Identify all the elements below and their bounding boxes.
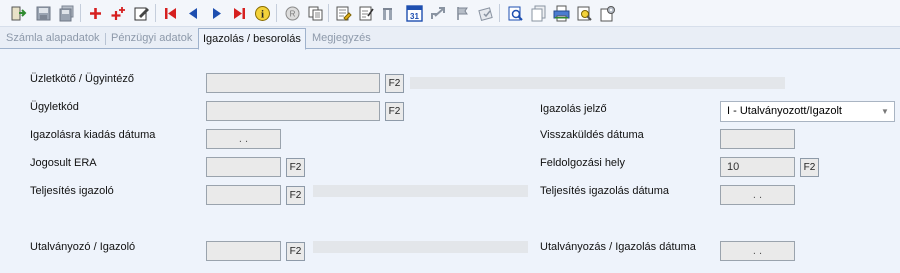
- teljesites-igazolas-date-field[interactable]: . .: [720, 185, 795, 205]
- chevron-down-icon[interactable]: ▼: [876, 102, 894, 121]
- add-icon[interactable]: [85, 3, 105, 23]
- save-icon[interactable]: [33, 3, 53, 23]
- first-record-icon[interactable]: [160, 3, 180, 23]
- settings-icon[interactable]: [597, 3, 617, 23]
- utalvanyozo-f2-button[interactable]: F2: [286, 242, 305, 261]
- teljesites-igazolo-f2-button[interactable]: F2: [286, 186, 305, 205]
- jogosult-era-label: Jogosult ERA: [30, 157, 97, 169]
- calendar-icon[interactable]: 31: [404, 3, 424, 23]
- igazolasra-kiadas-date-field[interactable]: . .: [206, 129, 281, 149]
- last-record-icon[interactable]: [229, 3, 249, 23]
- igazolasra-kiadas-label: Igazolásra kiadás dátuma: [30, 129, 156, 141]
- uzletkoto-description: [410, 77, 785, 89]
- visszakuldes-label: Visszaküldés dátuma: [540, 129, 644, 141]
- exit-icon[interactable]: [8, 3, 28, 23]
- post-icon[interactable]: [378, 3, 398, 23]
- teljesites-igazolo-description: [313, 185, 528, 197]
- tab-igazolas-besorolas[interactable]: Igazolás / besorolás: [198, 28, 306, 50]
- utalvanyozas-date-field[interactable]: . .: [720, 241, 795, 261]
- pages-icon[interactable]: [528, 3, 548, 23]
- add-multiple-icon[interactable]: [108, 3, 128, 23]
- utalvanyozo-label: Utalványozó / Igazoló: [30, 241, 136, 253]
- jogosult-era-field[interactable]: [206, 157, 281, 177]
- save-all-icon[interactable]: [56, 3, 76, 23]
- stamp-icon[interactable]: [476, 3, 496, 23]
- print-icon[interactable]: [551, 3, 571, 23]
- igazolas-jelzo-value: I - Utalványozott/Igazolt: [727, 105, 842, 117]
- info-icon-label: i: [260, 8, 263, 20]
- uzletkoto-label: Üzletkötő / Ügyintéző: [30, 73, 134, 85]
- ugyletkod-label: Ügyletkód: [30, 101, 79, 113]
- preview-icon[interactable]: [505, 3, 525, 23]
- flag-icon[interactable]: [452, 3, 472, 23]
- svg-text:R: R: [289, 9, 295, 18]
- igazolas-jelzo-select[interactable]: I - Utalványozott/Igazolt ▼: [720, 101, 895, 122]
- info-icon[interactable]: i: [252, 3, 272, 23]
- uzletkoto-f2-button[interactable]: F2: [385, 74, 404, 93]
- uzletkoto-field[interactable]: [206, 73, 380, 93]
- tab-strip: Számla alapadatok Pénzügyi adatok Igazol…: [0, 27, 900, 50]
- previous-record-icon[interactable]: [183, 3, 203, 23]
- ugyletkod-f2-button[interactable]: F2: [385, 102, 404, 121]
- copy-icon[interactable]: [305, 3, 325, 23]
- teljesites-igazolo-field[interactable]: [206, 185, 281, 205]
- next-record-icon[interactable]: [206, 3, 226, 23]
- calendar-icon-label: 31: [410, 12, 419, 21]
- edit-icon[interactable]: [131, 3, 151, 23]
- igazolas-jelzo-label: Igazolás jelző: [540, 103, 607, 115]
- teljesites-igazolas-datum-label: Teljesítés igazolás dátuma: [540, 185, 670, 197]
- tab-szamla-alapadatok[interactable]: Számla alapadatok: [2, 30, 104, 49]
- teljesites-igazolo-label: Teljesítés igazoló: [30, 185, 114, 197]
- feldolgozasi-hely-label: Feldolgozási hely: [540, 157, 625, 169]
- toolbar: i R 31: [0, 0, 900, 27]
- share-icon[interactable]: [428, 3, 448, 23]
- utalvanyozas-datum-label: Utalványozás / Igazolás dátuma: [540, 241, 696, 253]
- tab-penzugyi-adatok[interactable]: Pénzügyi adatok: [107, 30, 196, 49]
- feldolgozasi-hely-f2-button[interactable]: F2: [800, 158, 819, 177]
- ugyletkod-field[interactable]: [206, 101, 380, 121]
- print-preview-icon[interactable]: [574, 3, 594, 23]
- utalvanyozo-description: [313, 241, 528, 253]
- jogosult-era-f2-button[interactable]: F2: [286, 158, 305, 177]
- visszakuldes-date-field[interactable]: [720, 129, 795, 149]
- note-icon[interactable]: [333, 3, 353, 23]
- checklist-icon[interactable]: [356, 3, 376, 23]
- utalvanyozo-field[interactable]: [206, 241, 281, 261]
- cancel-icon[interactable]: R: [282, 3, 302, 23]
- tab-megjegyzes[interactable]: Megjegyzés: [308, 30, 375, 49]
- feldolgozasi-hely-field[interactable]: 10: [720, 157, 795, 177]
